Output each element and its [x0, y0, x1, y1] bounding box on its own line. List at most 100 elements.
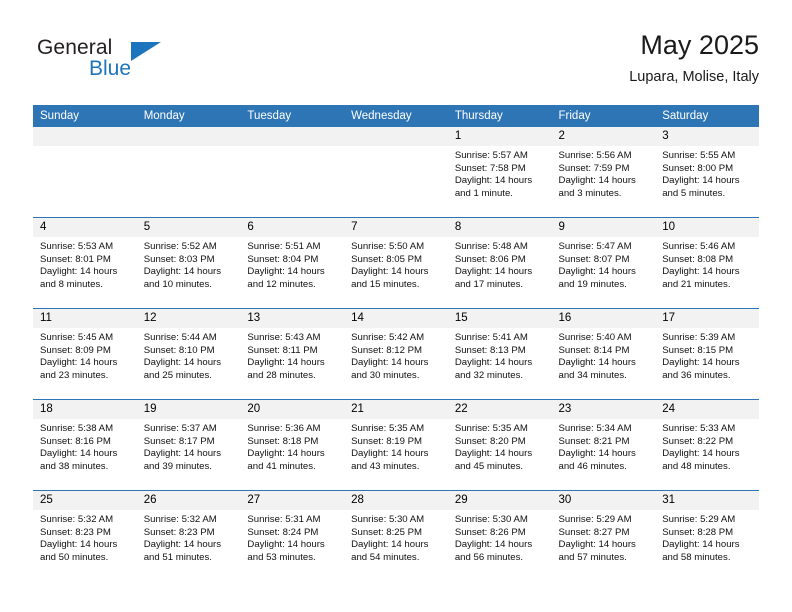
calendar-day-cell-empty	[240, 127, 345, 218]
calendar-day-cell[interactable]: 5 Sunrise: 5:52 AM Sunset: 8:03 PM Daylight…	[136, 217, 241, 309]
sunrise-line: Sunrise: 5:53 AM	[40, 241, 114, 252]
calendar-week-row: 11 Sunrise: 5:45 AM Sunset: 8:09 PM Dayligh…	[33, 308, 759, 400]
sunset-line: Sunset: 8:11 PM	[247, 344, 318, 356]
daylight-line: Daylight: 14 hours	[558, 539, 636, 551]
daylight-line-cont: and 19 minutes.	[558, 278, 627, 290]
calendar-day-cell[interactable]: 2 Sunrise: 5:56 AM Sunset: 7:59 PM Daylight…	[551, 127, 656, 218]
sunset-line: Sunset: 8:08 PM	[662, 253, 734, 265]
calendar-day-cell[interactable]: 15 Sunrise: 5:41 AM Sunset: 8:13 PM Dayligh…	[447, 308, 552, 400]
calendar-day-cell[interactable]: 9 Sunrise: 5:47 AM Sunset: 8:07 PM Daylight…	[551, 217, 656, 309]
calendar-day-cell[interactable]: 27 Sunrise: 5:31 AM Sunset: 8:24 PM Dayligh…	[240, 490, 345, 581]
weekday-header-sunday: Sunday	[33, 105, 137, 127]
daylight-line: Daylight: 14 hours	[454, 357, 533, 369]
day-sun-info: Sunrise: 5:32 AM Sunset: 8:23 PM Daylight:…	[33, 510, 137, 564]
daylight-line-cont: and 30 minutes.	[351, 369, 420, 381]
daylight-line-cont: and 23 minutes.	[40, 369, 109, 381]
sunrise-line: Sunrise: 5:29 AM	[662, 514, 736, 525]
day-sun-info: Sunrise: 5:39 AM Sunset: 8:15 PM Daylight:…	[655, 328, 759, 382]
calendar-day-cell[interactable]: 29 Sunrise: 5:30 AM Sunset: 8:26 PM Dayligh…	[447, 490, 552, 581]
sunset-line: Sunset: 8:18 PM	[247, 435, 319, 447]
calendar-day-cell[interactable]: 14 Sunrise: 5:42 AM Sunset: 8:12 PM Dayligh…	[344, 308, 448, 400]
calendar-day-cell[interactable]: 21 Sunrise: 5:35 AM Sunset: 8:19 PM Dayligh…	[344, 399, 448, 491]
daylight-line: Daylight: 14 hours	[351, 448, 429, 460]
day-sun-info: Sunrise: 5:44 AM Sunset: 8:10 PM Daylight:…	[137, 328, 241, 382]
daylight-line-cont: and 15 minutes.	[351, 278, 420, 290]
calendar-page: General Blue May 2025 Lupara, Molise, It…	[0, 0, 792, 612]
sunrise-line: Sunrise: 5:40 AM	[558, 332, 632, 343]
calendar-day-cell[interactable]: 18 Sunrise: 5:38 AM Sunset: 8:16 PM Dayligh…	[33, 399, 137, 491]
sunset-line: Sunset: 8:26 PM	[454, 526, 526, 538]
daylight-line: Daylight: 14 hours	[454, 266, 533, 278]
day-number: 6	[240, 218, 345, 237]
page-title: May 2025	[640, 30, 759, 60]
sunset-line: Sunset: 8:19 PM	[351, 435, 423, 447]
day-sun-info: Sunrise: 5:33 AM Sunset: 8:22 PM Daylight:…	[655, 419, 759, 473]
calendar-day-cell[interactable]: 8 Sunrise: 5:48 AM Sunset: 8:06 PM Daylight…	[447, 217, 552, 309]
calendar-day-cell[interactable]: 22 Sunrise: 5:35 AM Sunset: 8:20 PM Dayligh…	[447, 399, 552, 491]
calendar-day-cell[interactable]: 17 Sunrise: 5:39 AM Sunset: 8:15 PM Dayligh…	[655, 308, 759, 400]
calendar-day-cell[interactable]: 1 Sunrise: 5:57 AM Sunset: 7:58 PM Daylight…	[447, 127, 552, 218]
day-number: 15	[447, 309, 552, 328]
daylight-line-cont: and 43 minutes.	[351, 460, 420, 472]
calendar-day-cell[interactable]: 24 Sunrise: 5:33 AM Sunset: 8:22 PM Dayligh…	[655, 399, 759, 491]
calendar-day-cell[interactable]: 30 Sunrise: 5:29 AM Sunset: 8:27 PM Dayligh…	[551, 490, 656, 581]
calendar-day-cell[interactable]: 11 Sunrise: 5:45 AM Sunset: 8:09 PM Dayligh…	[33, 308, 137, 400]
calendar-day-cell[interactable]: 13 Sunrise: 5:43 AM Sunset: 8:11 PM Dayligh…	[240, 308, 345, 400]
calendar-day-cell[interactable]: 12 Sunrise: 5:44 AM Sunset: 8:10 PM Dayligh…	[136, 308, 241, 400]
sunset-line: Sunset: 8:23 PM	[143, 526, 215, 538]
page-header: General Blue May 2025 Lupara, Molise, It…	[33, 28, 759, 96]
calendar-day-cell[interactable]: 28 Sunrise: 5:30 AM Sunset: 8:25 PM Dayligh…	[344, 490, 448, 581]
day-sun-info: Sunrise: 5:35 AM Sunset: 8:19 PM Daylight:…	[344, 419, 448, 473]
daylight-line-cont: and 48 minutes.	[662, 460, 731, 472]
sunrise-line: Sunrise: 5:39 AM	[662, 332, 736, 343]
day-number: 11	[33, 309, 137, 328]
calendar-day-cell[interactable]: 19 Sunrise: 5:37 AM Sunset: 8:17 PM Dayligh…	[136, 399, 241, 491]
day-sun-info: Sunrise: 5:34 AM Sunset: 8:21 PM Daylight:…	[552, 419, 656, 473]
calendar-day-cell[interactable]: 10 Sunrise: 5:46 AM Sunset: 8:08 PM Dayligh…	[655, 217, 759, 309]
daylight-line-cont: and 28 minutes.	[247, 369, 316, 381]
sunrise-line: Sunrise: 5:55 AM	[662, 150, 736, 161]
calendar-day-cell[interactable]: 23 Sunrise: 5:34 AM Sunset: 8:21 PM Dayligh…	[551, 399, 656, 491]
sunrise-line: Sunrise: 5:43 AM	[247, 332, 321, 343]
calendar-day-cell[interactable]: 31 Sunrise: 5:29 AM Sunset: 8:28 PM Dayligh…	[655, 490, 759, 581]
day-number: 20	[240, 400, 345, 419]
calendar-day-cell[interactable]: 4 Sunrise: 5:53 AM Sunset: 8:01 PM Daylight…	[33, 217, 137, 309]
sunrise-line: Sunrise: 5:50 AM	[351, 241, 425, 252]
sunrise-line: Sunrise: 5:30 AM	[454, 514, 528, 525]
sunset-line: Sunset: 8:04 PM	[247, 253, 319, 265]
calendar-day-cell[interactable]: 16 Sunrise: 5:40 AM Sunset: 8:14 PM Dayligh…	[551, 308, 656, 400]
daylight-line: Daylight: 14 hours	[40, 266, 118, 278]
sunset-line: Sunset: 8:00 PM	[662, 162, 734, 174]
daylight-line: Daylight: 14 hours	[247, 357, 325, 369]
calendar-day-cell[interactable]: 6 Sunrise: 5:51 AM Sunset: 8:04 PM Daylight…	[240, 217, 345, 309]
daylight-line-cont: and 25 minutes.	[143, 369, 212, 381]
daylight-line: Daylight: 14 hours	[558, 357, 636, 369]
daylight-line-cont: and 56 minutes.	[454, 551, 524, 563]
daylight-line: Daylight: 14 hours	[143, 357, 222, 369]
sunrise-line: Sunrise: 5:56 AM	[558, 150, 632, 161]
day-sun-info: Sunrise: 5:29 AM Sunset: 8:28 PM Daylight:…	[655, 510, 759, 564]
sunrise-line: Sunrise: 5:30 AM	[351, 514, 425, 525]
day-number: 7	[344, 218, 448, 237]
sunrise-line: Sunrise: 5:35 AM	[351, 423, 425, 434]
day-sun-info: Sunrise: 5:42 AM Sunset: 8:12 PM Daylight:…	[344, 328, 448, 382]
day-number: 12	[136, 309, 241, 328]
daylight-line-cont: and 5 minutes.	[662, 187, 726, 199]
day-number: 24	[655, 400, 759, 419]
calendar-day-cell[interactable]: 25 Sunrise: 5:32 AM Sunset: 8:23 PM Dayligh…	[33, 490, 137, 581]
calendar-day-cell[interactable]: 3 Sunrise: 5:55 AM Sunset: 8:00 PM Daylight…	[655, 127, 759, 218]
day-number: 26	[136, 491, 241, 510]
sunrise-line: Sunrise: 5:38 AM	[40, 423, 114, 434]
daylight-line-cont: and 17 minutes.	[454, 278, 524, 290]
day-sun-info: Sunrise: 5:32 AM Sunset: 8:23 PM Daylight:…	[137, 510, 241, 564]
calendar-day-cell[interactable]: 7 Sunrise: 5:50 AM Sunset: 8:05 PM Daylight…	[344, 217, 448, 309]
title-block: May 2025 Lupara, Molise, Italy	[319, 28, 759, 88]
day-sun-info: Sunrise: 5:51 AM Sunset: 8:04 PM Daylight:…	[240, 237, 344, 291]
calendar-day-cell[interactable]: 20 Sunrise: 5:36 AM Sunset: 8:18 PM Dayligh…	[240, 399, 345, 491]
sunrise-line: Sunrise: 5:42 AM	[351, 332, 425, 343]
daylight-line: Daylight: 14 hours	[454, 175, 533, 187]
calendar-week-row: 4 Sunrise: 5:53 AM Sunset: 8:01 PM Daylight…	[33, 217, 759, 309]
logo-text-blue: Blue	[89, 57, 132, 80]
daylight-line: Daylight: 14 hours	[558, 448, 636, 460]
calendar-day-cell[interactable]: 26 Sunrise: 5:32 AM Sunset: 8:23 PM Dayligh…	[136, 490, 241, 581]
